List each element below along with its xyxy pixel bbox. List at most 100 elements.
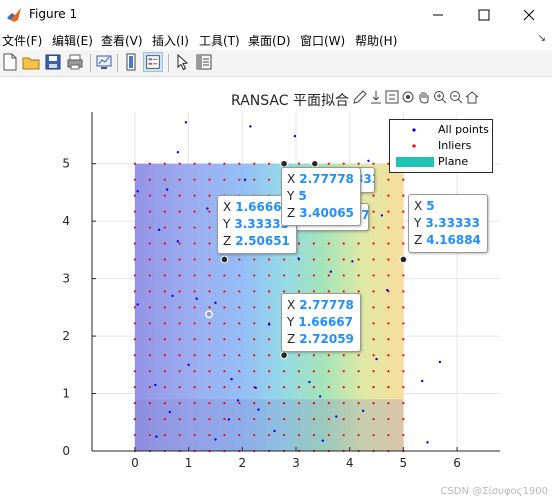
outlier-point	[257, 408, 260, 411]
datatip-2[interactable]: X 2.77778 Y5 Z 3.40065	[281, 167, 361, 226]
inlier-point	[133, 162, 137, 165]
inlier-point	[402, 322, 405, 325]
inlier-point	[133, 178, 137, 181]
inlier-point	[238, 274, 241, 277]
x-tick-label: 3	[292, 456, 300, 470]
window-title: Figure 1	[29, 7, 78, 21]
inlier-point	[148, 242, 151, 245]
open-file-icon[interactable]	[21, 52, 41, 72]
inlier-point	[193, 194, 196, 197]
outlier-point	[184, 121, 188, 124]
inlier-point	[133, 242, 137, 245]
legend-entry-inliers: Inliers	[390, 138, 492, 154]
minimize-button[interactable]	[415, 0, 461, 30]
outlier-point	[380, 214, 384, 217]
inlier-point	[402, 417, 405, 421]
inlier-point	[178, 274, 181, 277]
data-tips-icon[interactable]	[384, 89, 400, 105]
insert-legend-icon[interactable]	[143, 52, 163, 72]
pan-hand-icon[interactable]	[416, 89, 432, 105]
rotate-3d-icon[interactable]	[400, 89, 416, 105]
save-icon[interactable]	[43, 52, 63, 72]
print-icon[interactable]	[65, 52, 85, 72]
inlier-point	[238, 178, 241, 181]
inlier-point	[148, 194, 151, 197]
home-icon[interactable]	[464, 89, 480, 105]
edit-plot-pointer-icon[interactable]	[172, 52, 192, 72]
inlier-point	[268, 370, 271, 373]
brush-icon[interactable]	[352, 89, 368, 105]
link-plot-icon[interactable]	[94, 52, 114, 72]
property-inspector-icon[interactable]	[194, 52, 214, 72]
menu-window[interactable]: 窗口(W)	[300, 32, 345, 49]
menu-edit[interactable]: 编辑(E)	[52, 32, 93, 49]
inlier-point	[223, 386, 226, 389]
inlier-point	[133, 290, 137, 293]
inlier-point	[133, 226, 137, 229]
inlier-point	[387, 274, 390, 277]
inlier-point	[193, 386, 196, 389]
maximize-button[interactable]	[461, 0, 507, 30]
y-tick-label: 5	[62, 157, 70, 171]
new-figure-icon[interactable]	[0, 52, 20, 72]
datatip-4[interactable]: X 2.77778 Y 1.66667 Z 2.72059	[281, 293, 361, 352]
inlier-point	[312, 354, 315, 357]
menu-file[interactable]: 文件(F)	[2, 32, 42, 49]
insert-colorbar-icon[interactable]	[121, 52, 141, 72]
inlier-point	[208, 370, 211, 373]
inlier-point	[312, 433, 315, 437]
menu-tools[interactable]: 工具(T)	[199, 32, 240, 49]
inlier-point	[208, 258, 211, 261]
menu-help[interactable]: 帮助(H)	[355, 32, 397, 49]
inlier-point	[402, 402, 405, 405]
inlier-point	[178, 194, 181, 197]
inlier-point	[148, 417, 151, 421]
inlier-point	[327, 354, 330, 357]
inlier-point	[402, 226, 405, 229]
inlier-point	[342, 162, 345, 165]
inlier-point	[178, 322, 181, 325]
inlier-point	[327, 386, 330, 389]
outlier-point	[155, 435, 158, 438]
inlier-point	[178, 162, 181, 165]
outlier-point	[214, 438, 217, 441]
outlier-point	[165, 188, 169, 191]
inlier-point	[268, 338, 271, 341]
inlier-point	[163, 178, 166, 181]
inlier-point	[342, 258, 345, 261]
inlier-point	[282, 274, 286, 277]
menu-overflow-arrow-icon[interactable]: ↘	[538, 33, 546, 44]
inlier-point	[357, 386, 360, 389]
inlier-point	[282, 417, 286, 421]
close-button[interactable]	[506, 0, 552, 30]
inlier-point	[372, 226, 375, 229]
inlier-point	[402, 194, 405, 197]
inlier-point	[327, 242, 330, 245]
legend-blue-dot-icon	[412, 128, 416, 132]
inlier-point	[268, 433, 271, 437]
inlier-point	[163, 433, 166, 437]
export-icon[interactable]	[368, 89, 384, 105]
inlier-point	[342, 402, 345, 405]
inlier-point	[133, 194, 137, 197]
inlier-point	[297, 274, 301, 277]
legend-entry-plane: Plane	[390, 154, 492, 170]
zoom-out-icon[interactable]	[448, 89, 464, 105]
zoom-in-icon[interactable]	[432, 89, 448, 105]
inlier-point	[223, 338, 226, 341]
plane-surface-shadow	[134, 399, 404, 451]
menu-insert[interactable]: 插入(I)	[152, 32, 189, 49]
inlier-point	[327, 258, 330, 261]
inlier-point	[402, 370, 405, 373]
inlier-point	[163, 338, 166, 341]
inlier-point	[208, 242, 211, 245]
menu-view[interactable]: 查看(V)	[101, 32, 143, 49]
menu-desktop[interactable]: 桌面(D)	[248, 32, 291, 49]
inlier-point	[342, 433, 345, 437]
inlier-point	[387, 354, 390, 357]
legend[interactable]: All points Inliers Plane	[389, 119, 493, 173]
inlier-point	[387, 402, 390, 405]
datatip-3[interactable]: X5 Y 3.33333 Z 4.16884	[408, 194, 488, 253]
inlier-point	[178, 417, 181, 421]
inlier-point	[178, 433, 181, 437]
